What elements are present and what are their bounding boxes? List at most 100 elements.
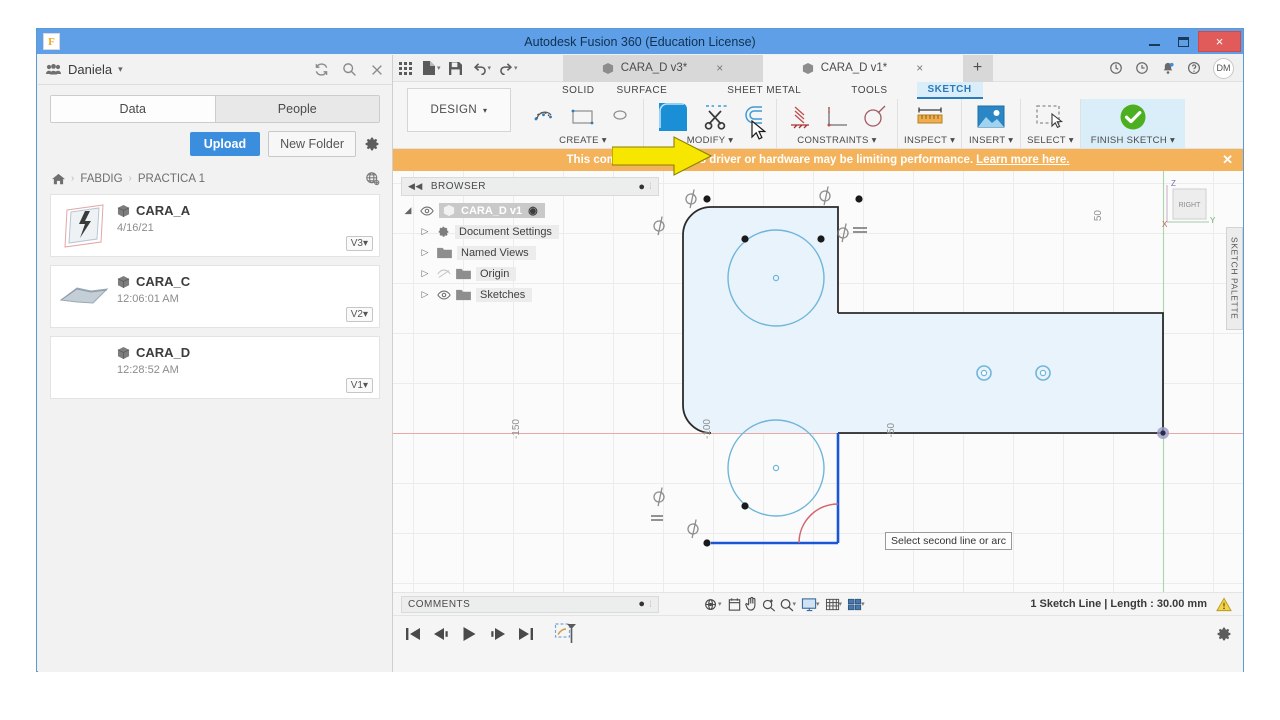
globe-icon[interactable] — [365, 171, 380, 186]
horizontal-vertical-constraint-icon[interactable] — [783, 101, 817, 133]
tab-people[interactable]: People — [214, 96, 379, 122]
sketch-circle-icon[interactable] — [603, 101, 637, 133]
tree-row-named-views[interactable]: ▷ Named Views — [401, 242, 659, 263]
breadcrumb-item-fabdig[interactable]: FABDIG — [80, 173, 122, 185]
chevron-down-icon[interactable]: ▾ — [488, 64, 492, 72]
help-icon[interactable] — [1187, 61, 1201, 75]
tree-row-cara-d-v1[interactable]: ◢ CARA_D v1 ◉ — [401, 200, 659, 221]
tree-item-label-wrap[interactable]: CARA_D v1 ◉ — [439, 203, 545, 218]
comments-resize-handle[interactable]: ⦙ — [649, 599, 652, 610]
comments-panel-header[interactable]: COMMENTS ● ⦙ — [401, 595, 659, 613]
close-panel-icon[interactable] — [370, 63, 384, 77]
eye-icon[interactable] — [437, 290, 451, 300]
ribbon-group-label[interactable]: FINISH SKETCH ▾ — [1091, 135, 1175, 146]
coincident-constraint-icon[interactable] — [820, 101, 854, 133]
skip-to-end-icon[interactable] — [518, 627, 534, 641]
clock-icon[interactable] — [1135, 61, 1149, 75]
upload-button[interactable]: Upload — [189, 132, 261, 156]
expander-icon[interactable]: ▷ — [418, 289, 432, 300]
ribbon-group-label[interactable]: MODIFY ▾ — [687, 135, 734, 146]
radio-icon[interactable]: ◉ — [528, 204, 538, 217]
version-badge[interactable]: V1▾ — [345, 378, 373, 393]
tab-sheet-metal[interactable]: SHEET METAL — [716, 83, 812, 98]
step-forward-icon[interactable] — [489, 627, 506, 641]
breadcrumb-item-practica-1[interactable]: PRACTICA 1 — [138, 173, 205, 185]
avatar[interactable]: DM — [1213, 57, 1234, 79]
sketch-palette-tab[interactable]: SKETCH PALETTE — [1226, 227, 1243, 330]
ribbon-group-label[interactable]: INSPECT ▾ — [904, 135, 955, 146]
sketch-rectangle-icon[interactable] — [566, 101, 600, 133]
chevron-down-icon[interactable]: ▾ — [437, 64, 441, 72]
close-icon[interactable]: × — [716, 61, 723, 75]
browser-header[interactable]: ◀◀ BROWSER ● ⦙ — [401, 177, 659, 196]
browser-resize-handle[interactable]: ⦙ — [649, 181, 652, 192]
chevron-down-icon[interactable]: ▾ — [861, 600, 865, 608]
expander-icon[interactable]: ▷ — [418, 268, 432, 279]
tab-sketch[interactable]: SKETCH — [916, 82, 983, 99]
ribbon-group-label[interactable]: CREATE ▾ — [559, 135, 607, 146]
display-settings-icon[interactable] — [727, 597, 742, 612]
bell-icon[interactable] — [1161, 61, 1175, 76]
sketch-arc-icon[interactable] — [529, 101, 563, 133]
list-item[interactable]: CARA_A 4/16/21 V3▾ — [50, 194, 380, 257]
comments-dot-icon[interactable]: ● — [638, 598, 645, 610]
skip-to-start-icon[interactable] — [405, 627, 421, 641]
maximize-button[interactable] — [1169, 31, 1198, 52]
tree-row-origin[interactable]: ▷ Origin — [401, 263, 659, 284]
version-badge[interactable]: V2▾ — [345, 307, 373, 322]
list-item[interactable]: CARA_D 12:28:52 AM V1▾ — [50, 336, 380, 399]
minimize-button[interactable] — [1140, 31, 1169, 52]
gear-icon[interactable] — [364, 136, 380, 152]
tree-row-sketches[interactable]: ▷ Sketches — [401, 284, 659, 305]
warning-triangle-icon[interactable] — [1216, 596, 1232, 612]
chevron-down-icon[interactable]: ▾ — [514, 64, 518, 72]
home-icon[interactable] — [52, 173, 65, 185]
pan-hand-icon[interactable] — [744, 596, 759, 612]
timeline-sketch-marker-icon[interactable] — [554, 622, 578, 646]
expander-icon[interactable]: ◢ — [401, 205, 415, 216]
version-badge[interactable]: V3▾ — [345, 236, 373, 251]
document-tab-cara-d-v1[interactable]: CARA_D v1* × — [762, 54, 963, 82]
workspace-switcher[interactable]: DESIGN ▾ — [407, 88, 511, 132]
gear-icon[interactable] — [1216, 626, 1232, 642]
eye-hidden-icon[interactable] — [437, 269, 451, 279]
document-tab-cara-d-v3[interactable]: CARA_D v3* × — [562, 54, 763, 82]
collapse-icon[interactable]: ◀◀ — [408, 181, 423, 192]
refresh-icon[interactable] — [314, 62, 329, 77]
zoom-window-icon[interactable] — [761, 597, 777, 612]
tab-tools[interactable]: TOOLS — [840, 83, 898, 98]
browser-dot-icon[interactable]: ● — [638, 181, 645, 193]
close-icon[interactable]: ✕ — [1222, 152, 1233, 168]
measure-icon[interactable] — [907, 101, 953, 133]
close-button[interactable]: × — [1198, 31, 1241, 52]
new-tab-button[interactable]: + — [962, 54, 993, 82]
tab-data[interactable]: Data — [51, 96, 215, 122]
list-item[interactable]: CARA_C 12:06:01 AM V2▾ — [50, 265, 380, 328]
ribbon-group-label[interactable]: SELECT ▾ — [1027, 135, 1074, 146]
new-folder-button[interactable]: New Folder — [268, 131, 356, 157]
chevron-down-icon[interactable]: ▾ — [839, 600, 843, 608]
search-icon[interactable] — [342, 62, 357, 77]
ribbon-group-finish-sketch[interactable]: FINISH SKETCH ▾ — [1079, 99, 1186, 148]
trim-scissors-icon[interactable] — [699, 101, 733, 133]
tab-solid[interactable]: SOLID — [551, 83, 606, 98]
tangent-constraint-icon[interactable] — [857, 101, 891, 133]
tab-surface[interactable]: SURFACE — [606, 83, 679, 98]
sketch-canvas[interactable]: -150 -100 -50 50 Select second line or a… — [393, 171, 1243, 592]
chevron-down-icon[interactable]: ▾ — [816, 600, 820, 608]
fillet-icon[interactable] — [650, 101, 696, 133]
job-status-icon[interactable] — [1109, 61, 1123, 75]
account-name[interactable]: Daniela — [68, 62, 112, 77]
learn-more-link[interactable]: Learn more here. — [976, 154, 1069, 166]
play-icon[interactable] — [462, 626, 477, 642]
chevron-down-icon[interactable]: ▾ — [718, 600, 722, 608]
select-window-icon[interactable] — [1027, 101, 1073, 133]
tree-row-document-settings[interactable]: ▷ Document Settings — [401, 221, 659, 242]
view-cube[interactable]: RIGHT Z Y X — [1155, 177, 1221, 233]
expander-icon[interactable]: ▷ — [418, 247, 432, 258]
ribbon-group-label[interactable]: INSERT ▾ — [969, 135, 1013, 146]
finish-sketch-check-icon[interactable] — [1110, 101, 1156, 133]
step-back-icon[interactable] — [433, 627, 450, 641]
eye-icon[interactable] — [420, 206, 434, 216]
chevron-down-icon[interactable]: ▾ — [118, 64, 123, 75]
